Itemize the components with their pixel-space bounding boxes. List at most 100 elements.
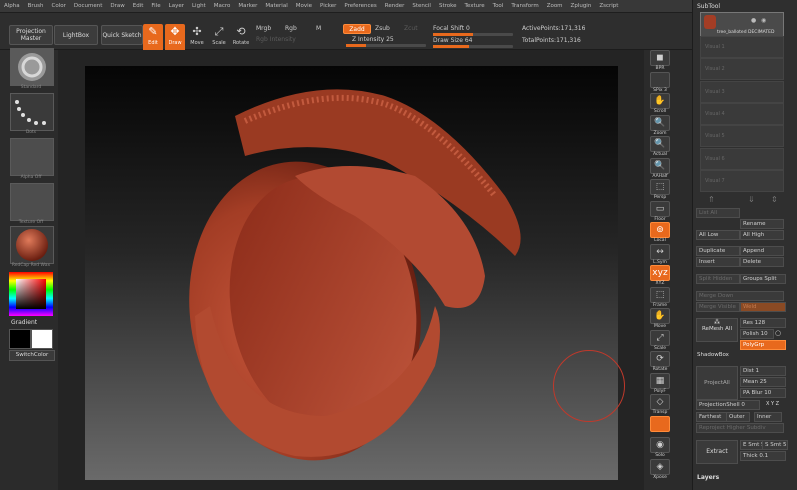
menu-picker[interactable]: Picker bbox=[316, 3, 340, 9]
inner-button[interactable]: Inner bbox=[754, 412, 782, 422]
edit-mode-button[interactable]: ✎ Edit bbox=[143, 24, 163, 52]
outer-button[interactable]: Outer bbox=[726, 412, 750, 422]
shelf-xpose-button[interactable]: ◈ Xpose bbox=[649, 458, 671, 480]
menu-draw[interactable]: Draw bbox=[106, 3, 128, 9]
dist-slider[interactable]: Dist 1 bbox=[740, 366, 786, 376]
farthest-button[interactable]: Farthest bbox=[696, 412, 728, 422]
polish-toggle-icon[interactable]: ○ bbox=[775, 329, 781, 337]
thick-slider[interactable]: Thick 0.1 bbox=[740, 451, 786, 461]
gradient-label[interactable]: Gradient bbox=[11, 319, 37, 326]
polish-slider[interactable]: Polish 10 bbox=[740, 329, 774, 339]
main-color-swatch[interactable] bbox=[9, 329, 31, 349]
shelf-polyf-button[interactable]: ▦ PolyF bbox=[649, 372, 671, 394]
visibility-eye-icon[interactable]: ● bbox=[751, 17, 756, 24]
active-subtool[interactable]: tree_balloted DECIMATED ● ◉ bbox=[700, 12, 784, 38]
menu-preferences[interactable]: Preferences bbox=[340, 3, 380, 9]
subtool-slot[interactable]: Visual 7 bbox=[700, 169, 784, 192]
rgb-intensity-slider[interactable]: Rgb Intensity bbox=[256, 36, 296, 43]
mean-slider[interactable]: Mean 25 bbox=[740, 377, 786, 387]
shelf-bpr-button[interactable]: ◼ BPR bbox=[649, 50, 671, 71]
menu-zoom[interactable]: Zoom bbox=[543, 3, 567, 9]
subtool-slot[interactable]: Visual 3 bbox=[700, 80, 784, 103]
merge-down-button[interactable]: Merge Down bbox=[696, 291, 784, 301]
menu-edit[interactable]: Edit bbox=[129, 3, 148, 9]
pa-blur-slider[interactable]: PA Blur 10 bbox=[740, 388, 786, 398]
move-up-icon[interactable]: ⇑ bbox=[708, 195, 715, 204]
menu-layer[interactable]: Layer bbox=[165, 3, 188, 9]
menu-zscript[interactable]: Zscript bbox=[595, 3, 622, 9]
s-smt-slider[interactable]: S Smt 5 bbox=[762, 440, 788, 450]
shelf-scale-button[interactable]: ⤢ Scale bbox=[649, 329, 671, 351]
delete-button[interactable]: Delete bbox=[740, 257, 784, 267]
shelf-frame-button[interactable]: ⬚ Frame bbox=[649, 286, 671, 308]
menu-alpha[interactable]: Alpha bbox=[0, 3, 24, 9]
subtool-slot[interactable]: Visual 2 bbox=[700, 58, 784, 81]
menu-file[interactable]: File bbox=[147, 3, 164, 9]
all-high-button[interactable]: All High bbox=[740, 230, 784, 240]
weld-button[interactable]: Weld bbox=[740, 302, 786, 312]
shelf-zoom-button[interactable]: 🔍 Zoom bbox=[649, 114, 671, 136]
menu-texture[interactable]: Texture bbox=[461, 3, 489, 9]
shelf-lsym-button[interactable]: ↔ L.Sym bbox=[649, 243, 671, 265]
sort-icon[interactable]: ⇕ bbox=[771, 195, 778, 204]
zcut-button[interactable]: Zcut bbox=[404, 25, 418, 32]
m-button[interactable]: M bbox=[316, 25, 321, 32]
move-down-icon[interactable]: ⇓ bbox=[748, 195, 755, 204]
groups-split-button[interactable]: Groups Split bbox=[740, 274, 786, 284]
polygrp-toggle[interactable]: PolyGrp bbox=[740, 340, 786, 350]
res-slider[interactable]: Res 128 bbox=[740, 318, 786, 328]
secondary-color-swatch[interactable] bbox=[31, 329, 53, 349]
all-low-button[interactable]: All Low bbox=[696, 230, 740, 240]
shelf-rotate-button[interactable]: ⟳ Rotate bbox=[649, 351, 671, 372]
shelf-xyz-button[interactable]: xyz XYZ bbox=[649, 265, 671, 286]
menu-brush[interactable]: Brush bbox=[24, 3, 48, 9]
document-canvas[interactable] bbox=[85, 66, 625, 480]
shelf-move-button[interactable]: ✋ Move bbox=[649, 308, 671, 329]
draw-size-slider[interactable]: Draw Size 64 bbox=[433, 37, 472, 44]
move-mode-button[interactable]: ✣ Move bbox=[187, 24, 207, 52]
duplicate-button[interactable]: Duplicate bbox=[696, 246, 740, 256]
shelf-scroll-button[interactable]: ✋ Scroll bbox=[649, 93, 671, 114]
focal-shift-track[interactable] bbox=[433, 33, 513, 36]
layers-header[interactable]: Layers bbox=[697, 474, 719, 481]
remesh-all-button[interactable]: ⁂ ReMesh All bbox=[696, 318, 738, 342]
menu-stroke[interactable]: Stroke bbox=[435, 3, 461, 9]
switch-color-button[interactable]: SwitchColor bbox=[9, 350, 55, 361]
projection-shell-slider[interactable]: ProjectionShell 0 bbox=[696, 400, 760, 410]
extract-button[interactable]: Extract bbox=[696, 440, 738, 464]
shadowbox-button[interactable]: ShadowBox bbox=[697, 352, 729, 358]
subtool-slot[interactable]: Visual 6 bbox=[700, 147, 784, 170]
shelf-aahalf-button[interactable]: 🔍 AAHalf bbox=[649, 157, 671, 179]
polypaint-toggle-icon[interactable]: ◉ bbox=[761, 17, 766, 24]
list-all-button[interactable]: List All bbox=[696, 208, 740, 218]
brush-thumbnail[interactable] bbox=[10, 48, 54, 86]
projection-master-button[interactable]: Projection Master bbox=[9, 25, 53, 45]
rename-button[interactable]: Rename bbox=[740, 219, 784, 229]
menu-color[interactable]: Color bbox=[48, 3, 70, 9]
menu-material[interactable]: Material bbox=[261, 3, 291, 9]
insert-button[interactable]: Insert bbox=[696, 257, 740, 267]
draw-size-track[interactable] bbox=[433, 45, 513, 48]
alpha-thumbnail[interactable] bbox=[10, 138, 54, 176]
zsub-button[interactable]: Zsub bbox=[375, 25, 390, 32]
color-picker[interactable] bbox=[9, 272, 53, 316]
menu-tool[interactable]: Tool bbox=[489, 3, 508, 9]
shelf-persp-button[interactable]: ⬚ Persp bbox=[649, 179, 671, 200]
subtool-header[interactable]: SubTool bbox=[697, 3, 720, 10]
stroke-thumbnail[interactable] bbox=[10, 93, 54, 131]
project-all-button[interactable]: ProjectAll bbox=[696, 366, 738, 400]
menu-marker[interactable]: Marker bbox=[234, 3, 261, 9]
subtool-slot[interactable]: Visual 5 bbox=[700, 125, 784, 148]
shelf-floor-button[interactable]: ▭ Floor bbox=[649, 200, 671, 222]
rotate-mode-button[interactable]: ⟲ Rotate bbox=[231, 24, 251, 52]
shelf-local-button[interactable]: ⊚ Local bbox=[649, 222, 671, 243]
split-hidden-button[interactable]: Split Hidden bbox=[696, 274, 740, 284]
menu-light[interactable]: Light bbox=[188, 3, 210, 9]
merge-visible-button[interactable]: Merge Visible bbox=[696, 302, 740, 312]
rgb-button[interactable]: Rgb bbox=[285, 25, 297, 32]
subtool-slot[interactable]: Visual 4 bbox=[700, 102, 784, 125]
lightbox-button[interactable]: LightBox bbox=[54, 25, 98, 45]
xyz-toggle[interactable]: X Y Z bbox=[766, 401, 779, 407]
material-thumbnail[interactable] bbox=[10, 226, 54, 264]
quick-sketch-button[interactable]: Quick Sketch bbox=[101, 25, 143, 45]
